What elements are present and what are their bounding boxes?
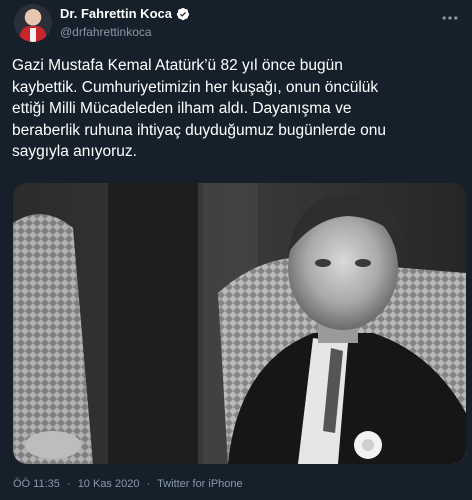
tweet-source[interactable]: Twitter for iPhone <box>157 478 243 490</box>
author-name-row[interactable]: Dr. Fahrettin Koca <box>60 6 190 21</box>
more-options-icon[interactable] <box>440 8 460 28</box>
author-handle[interactable]: @drfahrettinkoca <box>60 25 152 39</box>
verified-badge-icon <box>176 7 190 20</box>
tweet-text: Gazi Mustafa Kemal Atatürk’ü 82 yıl önce… <box>12 57 386 160</box>
tweet: Dr. Fahrettin Koca @drfahrettinkoca Gazi… <box>0 0 472 500</box>
tweet-date[interactable]: 10 Kas 2020 <box>78 478 140 490</box>
avatar[interactable] <box>14 4 52 42</box>
meta-separator: · <box>66 478 71 490</box>
tweet-metadata: ÖÖ 11:35 · 10 Kas 2020 · Twitter for iPh… <box>13 478 247 490</box>
author-display-name[interactable]: Dr. Fahrettin Koca <box>60 6 172 21</box>
portrait-photo <box>13 183 466 464</box>
tweet-header: Dr. Fahrettin Koca @drfahrettinkoca <box>12 4 460 48</box>
tweet-time[interactable]: ÖÖ 11:35 <box>13 478 60 490</box>
tweet-photo[interactable] <box>13 183 466 464</box>
meta-separator: · <box>146 478 151 490</box>
